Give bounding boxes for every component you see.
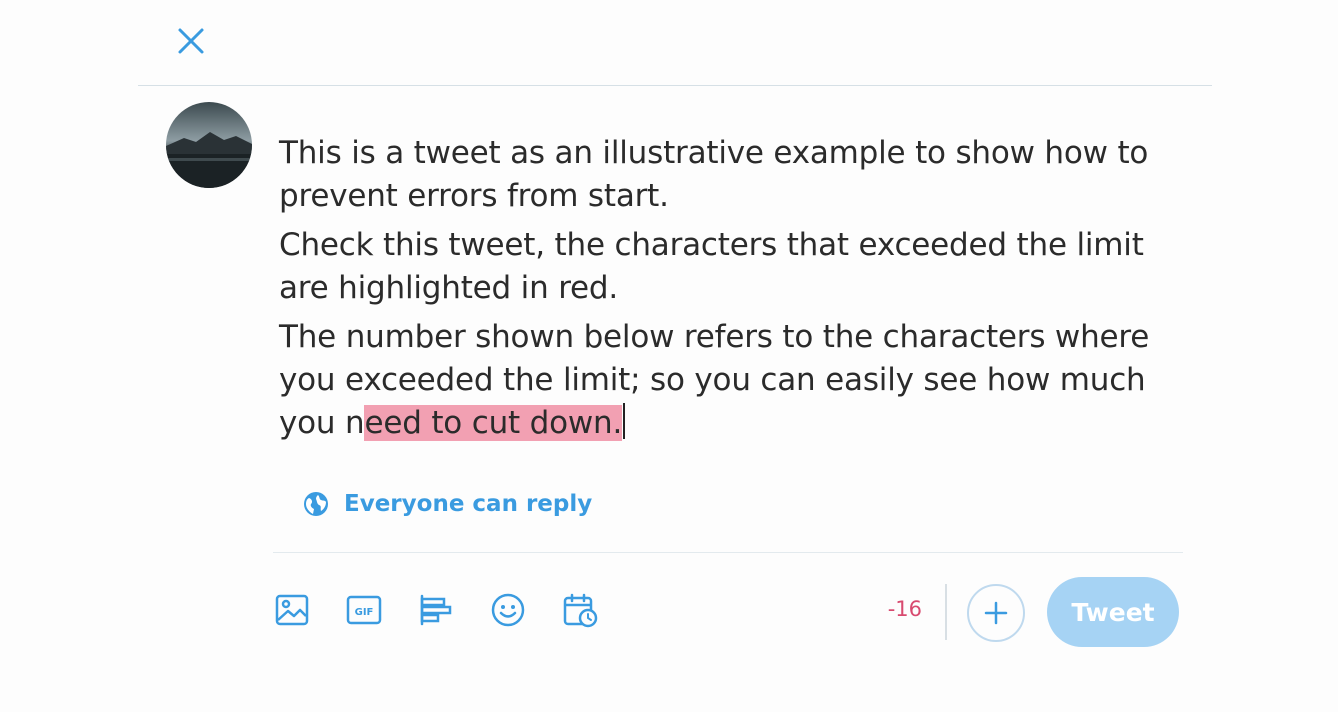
compose-toolbar: GIF: [272, 590, 632, 630]
text-caret: [623, 403, 626, 439]
globe-icon: [304, 492, 328, 516]
tweet-paragraph: Check this tweet, the characters that ex…: [279, 227, 1144, 306]
image-icon: [275, 594, 309, 626]
close-icon: [178, 28, 204, 54]
schedule-icon: [563, 593, 598, 628]
add-gif-button[interactable]: GIF: [344, 590, 384, 630]
emoji-icon: [491, 593, 525, 627]
close-button[interactable]: [172, 22, 210, 60]
add-poll-button[interactable]: [416, 590, 456, 630]
over-limit-highlight: eed to cut down.: [364, 405, 623, 441]
toolbar-divider: [273, 552, 1183, 553]
add-media-button[interactable]: [272, 590, 312, 630]
character-counter: -16: [887, 597, 922, 621]
header-divider: [138, 85, 1212, 86]
tweet-paragraph: This is a tweet as an illustrative examp…: [279, 135, 1149, 214]
avatar[interactable]: [166, 102, 252, 188]
gif-icon-text: GIF: [355, 607, 374, 618]
counter-divider: [945, 584, 947, 640]
schedule-button[interactable]: [560, 590, 600, 630]
add-tweet-button[interactable]: [967, 584, 1025, 642]
add-emoji-button[interactable]: [488, 590, 528, 630]
reply-setting-label: Everyone can reply: [344, 491, 593, 517]
gif-icon: GIF: [346, 595, 382, 625]
tweet-paragraph-last: The number shown below refers to the cha…: [279, 316, 1189, 445]
plus-icon: [984, 601, 1008, 625]
tweet-text-input[interactable]: This is a tweet as an illustrative examp…: [279, 132, 1189, 451]
poll-icon: [420, 594, 452, 626]
tweet-button[interactable]: Tweet: [1047, 577, 1179, 647]
tweet-compose-dialog: This is a tweet as an illustrative examp…: [0, 0, 1338, 712]
avatar-image: [166, 102, 252, 188]
reply-setting-button[interactable]: Everyone can reply: [302, 487, 592, 521]
